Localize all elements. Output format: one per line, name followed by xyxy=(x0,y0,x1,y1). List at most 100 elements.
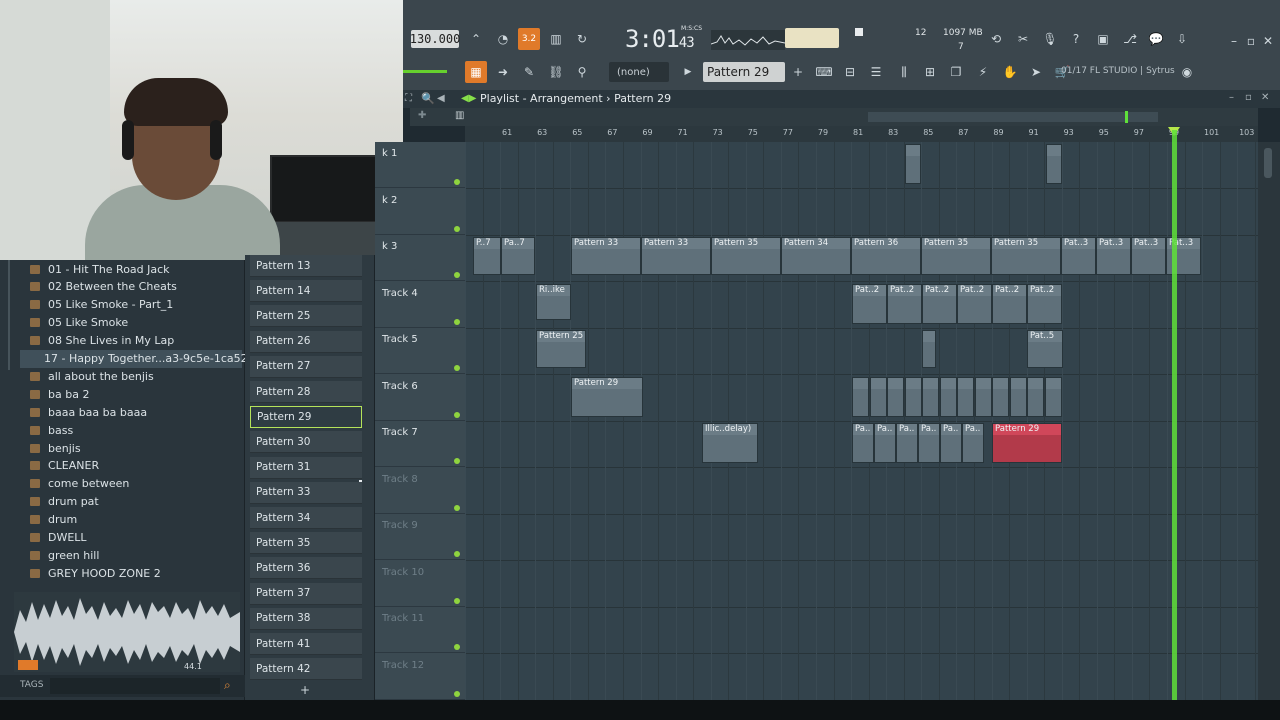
undo-icon[interactable]: ⟲ xyxy=(985,28,1007,50)
track-header[interactable]: k 3 xyxy=(375,235,465,281)
pattern-clip[interactable] xyxy=(957,376,974,417)
channel-item[interactable]: Pattern 31 xyxy=(250,456,362,479)
timeline-ruler[interactable]: 6163656769717375777981838587899193959799… xyxy=(465,126,1258,142)
nav-arrows-icon[interactable]: ◀▶ xyxy=(461,93,476,104)
browser-item[interactable]: come between xyxy=(30,475,129,493)
track-header[interactable]: k 1 xyxy=(375,142,465,188)
link-icon[interactable]: ⛓ xyxy=(545,61,567,83)
pattern-clip[interactable] xyxy=(1027,376,1044,417)
track-header[interactable]: Track 10 xyxy=(375,561,465,607)
track-enable-toggle[interactable] xyxy=(454,690,460,697)
channel-item[interactable]: Pattern 14 xyxy=(250,280,362,303)
download-icon[interactable]: ⇩ xyxy=(1171,28,1193,50)
wait-icon[interactable]: ◔ xyxy=(492,28,514,50)
pin-icon[interactable]: ⛶ xyxy=(405,93,412,104)
pattern-clip[interactable]: Pattern 29 xyxy=(571,376,643,417)
channel-item[interactable]: Pattern 36 xyxy=(250,557,362,580)
cut-icon[interactable]: ✂ xyxy=(1012,28,1034,50)
browser-item[interactable]: bass xyxy=(30,421,73,439)
track-enable-toggle[interactable] xyxy=(454,179,460,185)
track-enable-toggle[interactable] xyxy=(454,644,460,650)
playlist-close-icon[interactable]: ✕ xyxy=(1261,92,1269,103)
track-enable-toggle[interactable] xyxy=(454,551,460,557)
pattern-clip[interactable] xyxy=(992,376,1009,417)
pencil-icon[interactable]: ✎ xyxy=(518,61,540,83)
track-header[interactable]: Track 12 xyxy=(375,654,465,700)
pattern-clip[interactable]: Pat..2 xyxy=(852,283,887,324)
pattern-clip[interactable]: Pa.. xyxy=(940,423,962,463)
pattern-clip[interactable]: Pat..3 xyxy=(1061,237,1096,275)
piano-icon[interactable]: ▥ xyxy=(455,110,464,121)
pattern-clip[interactable]: Pattern 34 xyxy=(781,237,851,275)
piano-roll-icon[interactable]: ⌨ xyxy=(813,61,835,83)
pattern-clip[interactable]: Pattern 33 xyxy=(641,237,711,275)
browser-item[interactable]: green hill xyxy=(30,546,99,564)
playlist-grid[interactable]: P..7 Pa..7 Pattern 33 Pattern 33 Pattern 35 P… xyxy=(465,142,1258,700)
pattern-clip[interactable]: Pa.. xyxy=(962,423,984,463)
browser-item[interactable]: GREY HOOD ZONE 2 xyxy=(30,564,161,582)
track-header[interactable]: Track 6 xyxy=(375,375,465,421)
pattern-clip[interactable]: Pattern 25 xyxy=(536,330,586,368)
pattern-clip[interactable]: Pat..2 xyxy=(922,283,957,324)
track-header[interactable]: Track 4 xyxy=(375,282,465,328)
microphone-icon[interactable]: 🎙 xyxy=(1039,28,1061,50)
browser-item[interactable]: DWELL xyxy=(30,529,87,547)
speaker-icon[interactable]: ◀ xyxy=(437,93,445,104)
pattern-clip[interactable] xyxy=(904,376,922,417)
track-enable-toggle[interactable] xyxy=(454,225,460,232)
pattern-clip[interactable]: Pattern 35 xyxy=(921,237,991,275)
globe-icon[interactable]: ◉ xyxy=(1176,61,1198,83)
channel-item[interactable]: Pattern 27 xyxy=(250,355,362,378)
channel-item[interactable]: Pattern 30 xyxy=(250,431,362,454)
blend-icon[interactable]: ▥ xyxy=(545,28,567,50)
search-icon[interactable]: 🔍 xyxy=(421,92,435,105)
pattern-clip[interactable] xyxy=(1044,376,1062,417)
browser-item[interactable]: ba ba 2 xyxy=(30,385,89,403)
browser-item[interactable]: drum xyxy=(30,511,77,529)
browser-item[interactable]: 05 Like Smoke - Part_1 xyxy=(30,296,173,314)
browser-item[interactable]: all about the benjis xyxy=(30,367,154,385)
chat-icon[interactable]: 💬 xyxy=(1145,28,1167,50)
pattern-clip[interactable] xyxy=(1046,144,1062,184)
channel-item[interactable]: Pattern 28 xyxy=(250,381,362,403)
faders-icon[interactable]: ⫼ xyxy=(893,61,915,83)
browser-item[interactable]: 01 - Hit The Road Jack xyxy=(30,260,170,278)
track-enable-toggle[interactable] xyxy=(454,411,460,418)
channel-rack-icon[interactable]: ☰ xyxy=(865,61,887,83)
metronome-icon[interactable]: ⌃ xyxy=(465,28,487,50)
stamp-icon[interactable]: ⚲ xyxy=(571,61,593,83)
track-enable-toggle[interactable] xyxy=(454,365,460,371)
pattern-clip[interactable]: Pat..3 xyxy=(1096,237,1131,275)
track-header[interactable]: Track 7 xyxy=(375,421,465,467)
pattern-clip[interactable] xyxy=(869,376,887,417)
track-header[interactable]: Track 9 xyxy=(375,514,465,560)
track-enable-toggle[interactable] xyxy=(454,597,460,604)
pattern-selector[interactable]: Pattern 29 xyxy=(703,62,785,82)
playlist-icon[interactable]: ▦ xyxy=(465,61,487,83)
channel-item[interactable]: Pattern 42 xyxy=(250,658,362,681)
browser-item[interactable]: 17 - Happy Together...a3-9c5e-1ca52f3735… xyxy=(20,349,293,368)
step-edit-button[interactable]: 3.2 xyxy=(518,28,540,50)
help-icon[interactable]: ? xyxy=(1065,28,1087,50)
track-header[interactable]: Track 5 xyxy=(375,328,465,374)
pattern-clip[interactable] xyxy=(974,376,992,417)
loop-record-icon[interactable]: ↻ xyxy=(571,28,593,50)
pattern-clip[interactable]: Pa..7 xyxy=(501,237,535,275)
track-enable-toggle[interactable] xyxy=(454,318,460,325)
track-header[interactable]: Track 11 xyxy=(375,607,465,653)
browser-search-icon[interactable]: ⌕ xyxy=(224,678,231,693)
pattern-clip[interactable]: Pattern 35 xyxy=(711,237,781,275)
plugin-icon[interactable]: ⎇ xyxy=(1119,28,1141,50)
pattern-clip[interactable]: Pa.. xyxy=(874,423,896,463)
pattern-clip[interactable]: Pat..2 xyxy=(1027,283,1062,324)
track-enable-toggle[interactable] xyxy=(454,458,460,464)
pattern-clip[interactable]: Pat..2 xyxy=(992,283,1027,324)
scrollbar-thumb[interactable] xyxy=(1264,148,1272,178)
channel-item[interactable]: Pattern 29 xyxy=(250,406,362,429)
channel-item[interactable]: Pattern 34 xyxy=(250,507,362,529)
channel-item[interactable]: Pattern 13 xyxy=(250,255,362,277)
browser-icon[interactable]: ⊞ xyxy=(919,61,941,83)
browser-item[interactable]: benjis xyxy=(30,439,81,457)
document-icon[interactable]: ❐ xyxy=(945,61,967,83)
touch-icon[interactable]: ✋ xyxy=(999,61,1021,83)
